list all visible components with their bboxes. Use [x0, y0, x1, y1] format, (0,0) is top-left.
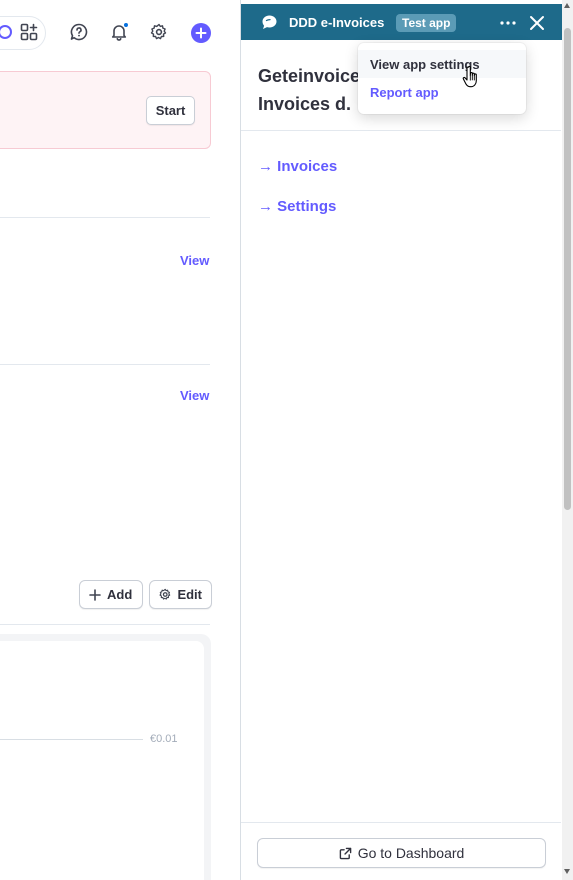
chart-gridline: [0, 739, 143, 740]
invoices-link[interactable]: → Invoices: [258, 158, 337, 175]
panel-divider: [241, 130, 561, 131]
scroll-thumb[interactable]: [564, 28, 571, 510]
notification-dot: [123, 22, 129, 28]
go-to-dashboard-label: Go to Dashboard: [357, 845, 465, 861]
view-link-2[interactable]: View: [180, 388, 209, 403]
pointer-cursor-icon: [462, 65, 477, 88]
divider: [0, 217, 210, 218]
more-options-button[interactable]: [497, 12, 519, 34]
create-button[interactable]: [191, 23, 211, 43]
chart-card: [0, 641, 204, 880]
app-options-menu: View app settings Report app: [358, 43, 526, 114]
go-to-dashboard-button[interactable]: Go to Dashboard: [257, 838, 546, 868]
chat-bubble-icon: [262, 15, 277, 29]
divider: [0, 364, 210, 365]
add-button-label: Add: [107, 587, 133, 602]
chart-tick-label: €0.01: [150, 733, 178, 745]
close-button[interactable]: [526, 12, 548, 34]
app-drawer-header: DDD e-Invoices Test app: [241, 4, 563, 40]
external-link-icon: [339, 847, 351, 859]
edit-button[interactable]: Edit: [149, 580, 212, 609]
plus-icon: [195, 27, 207, 39]
more-icon: [500, 21, 516, 25]
add-button[interactable]: Add: [79, 580, 143, 609]
footer-divider: [241, 822, 561, 823]
view-app-settings-item[interactable]: View app settings: [358, 50, 526, 78]
search-ring-icon: [0, 25, 12, 39]
help-icon[interactable]: [69, 22, 89, 42]
app-drawer: DDD e-Invoices Test app Geteinvoice Invo…: [240, 0, 563, 880]
settings-link[interactable]: → Settings: [258, 198, 336, 215]
dashboard-background: Start View View Add Edit €0.01: [0, 0, 240, 880]
test-app-badge: Test app: [396, 14, 457, 32]
app-name: DDD e-Invoices: [289, 15, 385, 30]
report-app-item[interactable]: Report app: [358, 78, 526, 106]
edit-button-label: Edit: [177, 587, 202, 602]
plus-icon: [89, 588, 101, 601]
divider: [0, 624, 210, 625]
view-link-1[interactable]: View: [180, 253, 209, 268]
scroll-down-arrow-icon[interactable]: [564, 869, 570, 874]
apps-icon[interactable]: [19, 22, 39, 42]
bell-icon[interactable]: [109, 22, 129, 42]
close-icon: [530, 16, 544, 30]
scroll-up-arrow-icon[interactable]: [564, 3, 570, 8]
start-button[interactable]: Start: [146, 96, 195, 125]
gear-icon[interactable]: [149, 22, 169, 42]
gear-icon: [159, 588, 171, 600]
scrollbar[interactable]: [562, 0, 573, 880]
